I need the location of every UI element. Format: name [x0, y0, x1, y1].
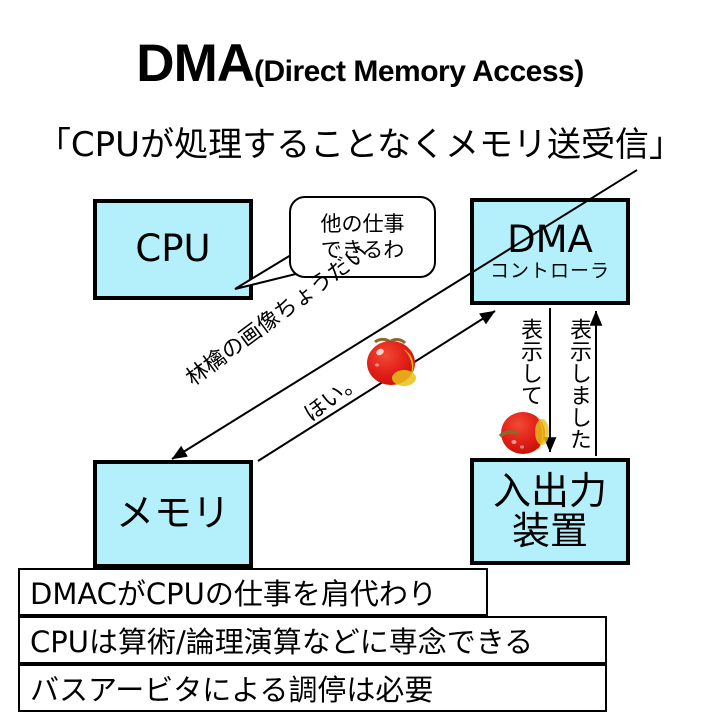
summary-item-3-text: バスアービタによる調停は必要	[30, 673, 434, 707]
arrow-label-display: 表示して	[517, 318, 542, 406]
node-io-label-line1: 入出力	[492, 468, 607, 513]
node-dma-label: DMA	[507, 218, 593, 262]
node-io-label-line2: 装置	[511, 508, 588, 553]
node-memory[interactable]: メモリ	[93, 460, 253, 568]
speech-bubble-line1: 他の仕事	[320, 211, 405, 236]
node-cpu-label: CPU	[135, 227, 211, 271]
slide-canvas: DMA(Direct Memory Access) 「CPUが処理することなくメ…	[0, 0, 720, 720]
arrow-label-reply: ほい。	[299, 367, 368, 428]
node-cpu[interactable]: CPU	[93, 199, 253, 300]
page-title: DMA(Direct Memory Access)	[0, 33, 720, 94]
node-io-device[interactable]: 入出力 装置	[470, 458, 630, 565]
title-sub: (Direct Memory Access)	[254, 55, 584, 88]
arrow-label-displayed: 表示しました	[566, 318, 591, 450]
page-subtitle: 「CPUが処理することなくメモリ送受信」	[36, 125, 684, 165]
apple-image-upper	[367, 337, 416, 386]
summary-item-2-text: CPUは算術/論理演算などに専念できる	[30, 625, 534, 659]
node-memory-label: メモリ	[115, 491, 230, 536]
title-main: DMA	[136, 34, 255, 93]
summary-item-1-text: DMACがCPUの仕事を肩代わり	[30, 577, 437, 611]
summary-item-3: バスアービタによる調停は必要	[18, 664, 607, 712]
summary-item-1: DMACがCPUの仕事を肩代わり	[18, 568, 488, 616]
node-dma-controller[interactable]: DMA コントローラ	[470, 198, 630, 305]
summary-item-2: CPUは算術/論理演算などに専念できる	[18, 616, 607, 664]
apple-image-lower	[498, 412, 549, 454]
node-dma-sublabel: コントローラ	[489, 259, 610, 282]
